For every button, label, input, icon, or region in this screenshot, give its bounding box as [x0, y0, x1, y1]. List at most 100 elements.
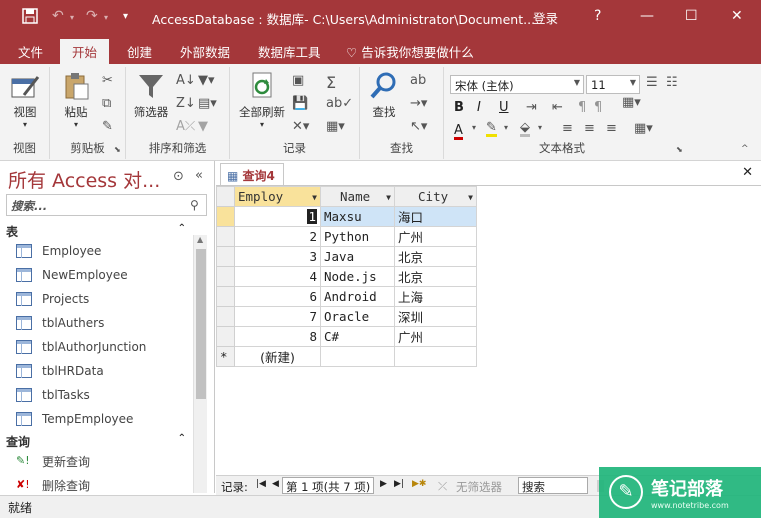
tab-home[interactable]: 开始 — [60, 39, 110, 64]
align-left-icon[interactable]: ≡ — [562, 121, 573, 136]
fill-dropdown-icon[interactable]: ▾ — [538, 123, 542, 132]
cell-city[interactable]: 北京 — [394, 246, 477, 267]
underline-button[interactable]: U — [499, 100, 509, 115]
view-button[interactable]: 视图 ▾ — [8, 70, 42, 129]
table-row[interactable]: 3 Java 北京 — [216, 246, 477, 267]
cell-city[interactable]: 深圳 — [394, 306, 477, 327]
last-record-icon[interactable]: ▶| — [394, 479, 404, 489]
table-row[interactable]: 4 Node.js 北京 — [216, 266, 477, 287]
table-row[interactable]: 8 C# 广州 — [216, 326, 477, 347]
nav-table-item[interactable]: TempEmployee — [16, 408, 133, 430]
gridlines-icon[interactable]: ▦▾ — [622, 95, 641, 110]
remove-sort-icon[interactable]: A⤫ — [176, 119, 195, 134]
row-selector[interactable] — [216, 206, 235, 227]
close-button[interactable]: ✕ — [731, 8, 743, 24]
new-record-icon[interactable]: ▣ — [292, 73, 304, 88]
undo-icon[interactable]: ↶ — [52, 8, 64, 24]
clipboard-launcher-icon[interactable]: ⬊ — [114, 145, 121, 154]
nav-search-icon[interactable]: ⚲ — [190, 198, 199, 212]
undo-dropdown-icon[interactable]: ▾ — [70, 13, 74, 22]
cell-city[interactable]: 北京 — [394, 266, 477, 287]
help-button[interactable]: ? — [594, 8, 601, 24]
row-selector[interactable] — [216, 326, 235, 347]
nav-menu-dropdown-icon[interactable]: ⊙ — [173, 169, 184, 184]
font-size-combo[interactable]: 11 ▼ — [586, 75, 640, 94]
cell-name[interactable]: Maxsu — [320, 206, 395, 227]
prev-record-icon[interactable]: ◀ — [272, 479, 279, 489]
cell-name[interactable]: Python — [320, 226, 395, 247]
row-selector[interactable] — [216, 246, 235, 267]
indent-icon[interactable]: ⇥ — [526, 100, 537, 115]
filter-button[interactable]: 筛选器 — [130, 70, 172, 120]
sort-ascending-icon[interactable]: A↓ — [176, 73, 196, 88]
highlight-icon[interactable]: ✎ — [486, 121, 497, 137]
goto-icon[interactable]: →▾ — [410, 96, 427, 111]
table-row[interactable]: 1 Maxsu 海口 — [216, 206, 477, 227]
align-center-icon[interactable]: ≡ — [584, 121, 595, 136]
table-row[interactable]: 7 Oracle 深圳 — [216, 306, 477, 327]
minimize-button[interactable]: — — [640, 8, 654, 24]
format-painter-icon[interactable]: ✎ — [102, 119, 113, 134]
tab-external-data[interactable]: 外部数据 — [180, 42, 230, 61]
row-selector[interactable] — [216, 286, 235, 307]
tab-database-tools[interactable]: 数据库工具 — [258, 42, 321, 61]
cell-id[interactable]: 6 — [234, 286, 321, 307]
nav-scroll-thumb[interactable] — [196, 249, 206, 399]
select-icon[interactable]: ↖▾ — [410, 119, 427, 134]
outdent-icon[interactable]: ⇤ — [552, 100, 563, 115]
new-record-nav-icon[interactable]: ▶✱ — [412, 479, 426, 489]
column-header-city[interactable]: City ▼ — [394, 186, 477, 207]
cell-name[interactable]: Java — [320, 246, 395, 267]
nav-table-item[interactable]: tblTasks — [16, 384, 90, 406]
column-dropdown-icon[interactable]: ▼ — [312, 193, 317, 202]
column-dropdown-icon[interactable]: ▼ — [386, 193, 391, 202]
alternate-row-color-icon[interactable]: ▦▾ — [634, 121, 653, 136]
font-color-button[interactable]: A — [454, 124, 463, 140]
bold-button[interactable]: B — [454, 100, 464, 115]
nav-scrollbar[interactable]: ▲ — [193, 235, 207, 493]
spelling-icon[interactable]: ab✓ — [326, 96, 353, 111]
column-dropdown-icon[interactable]: ▼ — [468, 193, 473, 202]
copy-icon[interactable]: ⧉ — [102, 96, 111, 111]
nav-title[interactable]: 所有 Access 对... — [8, 166, 160, 193]
nav-table-item[interactable]: NewEmployee — [16, 264, 128, 286]
nav-search-input[interactable]: 搜索... — [6, 194, 207, 216]
cell-id[interactable]: 8 — [234, 326, 321, 347]
shutter-bar-icon[interactable]: « — [195, 168, 203, 183]
new-record-cell[interactable] — [320, 346, 395, 367]
replace-icon[interactable]: ab — [410, 73, 426, 88]
delete-record-icon[interactable]: ✕▾ — [292, 119, 309, 134]
cell-id[interactable]: 7 — [234, 306, 321, 327]
redo-dropdown-icon[interactable]: ▾ — [104, 13, 108, 22]
cell-city[interactable]: 广州 — [394, 326, 477, 347]
selection-filter-icon[interactable]: ▼▾ — [198, 73, 215, 88]
cell-id[interactable]: 2 — [234, 226, 321, 247]
filter-status[interactable]: 无筛选器 — [456, 479, 502, 495]
cell-id[interactable]: 4 — [234, 266, 321, 287]
table-row[interactable]: 6 Android 上海 — [216, 286, 477, 307]
nav-table-item[interactable]: tblHRData — [16, 360, 104, 382]
tell-me-box[interactable]: ♡ 告诉我你想要做什么 — [346, 42, 474, 61]
column-header-name[interactable]: Name ▼ — [320, 186, 395, 207]
nav-query-item[interactable]: ✘! 删除查询 — [16, 474, 90, 496]
toggle-filter-icon[interactable]: ▼ — [198, 119, 208, 134]
save-record-icon[interactable]: 💾 — [292, 96, 308, 111]
customize-qat-icon[interactable]: ▾ — [123, 11, 128, 22]
totals-icon[interactable]: Σ — [326, 73, 336, 92]
align-right-icon[interactable]: ≡ — [606, 121, 617, 136]
collapse-ribbon-icon[interactable]: ^ — [741, 144, 749, 154]
new-record-cell[interactable] — [394, 346, 477, 367]
record-position-input[interactable]: 第 1 项(共 7 项) — [282, 477, 375, 494]
cell-id[interactable]: 3 — [234, 246, 321, 267]
cell-city[interactable]: 上海 — [394, 286, 477, 307]
fill-color-icon[interactable]: ⬙ — [520, 121, 530, 137]
nav-section-tables[interactable]: 表 ⌃ — [6, 223, 186, 240]
italic-button[interactable]: I — [477, 100, 481, 115]
nav-query-item[interactable]: ✎! 更新查询 — [16, 450, 90, 472]
table-row[interactable]: 2 Python 广州 — [216, 226, 477, 247]
row-selector[interactable] — [216, 266, 235, 287]
nav-table-item[interactable]: Employee — [16, 240, 101, 262]
column-header-employ[interactable]: Employ ▼ — [234, 186, 321, 207]
first-record-icon[interactable]: |◀ — [256, 479, 266, 489]
advanced-filter-icon[interactable]: ▤▾ — [198, 96, 217, 111]
